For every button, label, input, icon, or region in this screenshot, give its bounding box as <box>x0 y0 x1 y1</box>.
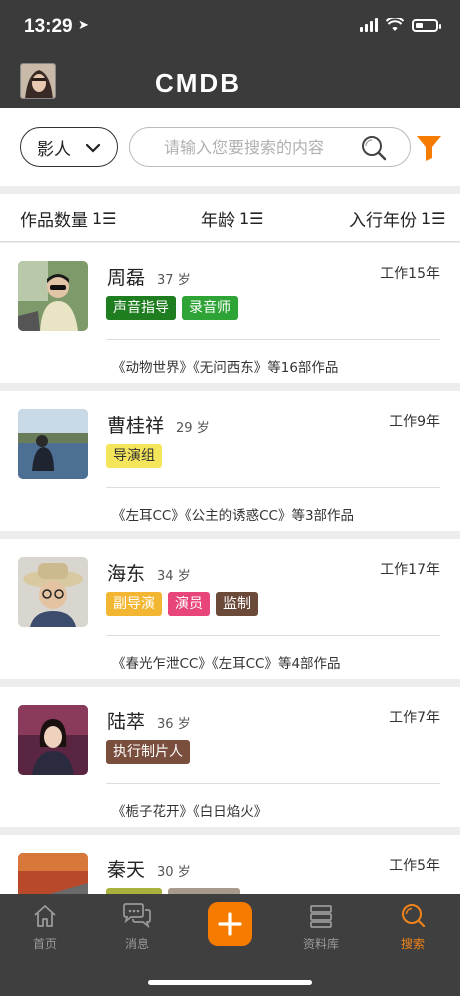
tab-messages-label: 消息 <box>124 937 149 951</box>
works-summary: 《春光乍泄CC》《左耳CC》等4部作品 <box>112 656 341 672</box>
user-avatar[interactable] <box>20 63 56 99</box>
divider <box>106 487 440 488</box>
search-bar: 影人 <box>0 108 460 186</box>
person-card[interactable]: 周磊 37 岁 工作15年 声音指导 录音师 《动物世界》《无问西东》等16部作品 <box>0 243 460 383</box>
person-photo <box>18 853 88 894</box>
sort-by-age[interactable]: 年龄 1☰ <box>201 206 264 231</box>
chat-icon <box>123 903 151 929</box>
battery-icon <box>412 18 441 32</box>
role-tags: 导演组 <box>106 444 162 468</box>
sort-icon: 1☰ <box>92 209 117 228</box>
person-age: 34 岁 <box>157 569 191 584</box>
sort-icon: 1☰ <box>239 209 264 228</box>
cellular-signal-icon <box>360 18 378 32</box>
archive-icon <box>310 905 332 928</box>
work-years: 工作9年 <box>389 414 440 430</box>
divider <box>106 783 440 784</box>
sort-icon: 1☰ <box>421 209 446 228</box>
person-card[interactable]: 海东 34 岁 工作17年 副导演 演员 监制 《春光乍泄CC》《左耳CC》等4部… <box>0 539 460 679</box>
person-photo <box>18 705 88 775</box>
role-tag: 监制 <box>216 592 258 616</box>
tab-home-label: 首页 <box>32 937 57 951</box>
work-years: 工作15年 <box>380 266 440 282</box>
person-card[interactable]: 秦天 30 岁 工作5年 <box>0 835 460 894</box>
person-name: 海东 34 岁 <box>107 563 191 585</box>
people-list: 周磊 37 岁 工作15年 声音指导 录音师 《动物世界》《无问西东》等16部作品… <box>0 243 460 894</box>
category-select-value: 影人 <box>37 139 71 160</box>
person-age: 36 岁 <box>157 717 191 732</box>
divider <box>106 339 440 340</box>
plus-icon <box>218 912 242 936</box>
works-summary: 《左耳CC》《公主的诱惑CC》等3部作品 <box>112 508 355 524</box>
role-tag: 声音指导 <box>106 296 176 320</box>
sort-bar: 作品数量 1☰ 年龄 1☰ 入行年份 1☰ <box>0 194 460 242</box>
tab-search[interactable]: 搜索 <box>378 902 448 952</box>
sort-by-works[interactable]: 作品数量 1☰ <box>20 206 117 231</box>
person-photo <box>18 261 88 331</box>
person-name: 周磊 37 岁 <box>107 267 191 289</box>
work-years: 工作5年 <box>389 858 440 874</box>
sort-by-works-label: 作品数量 <box>20 211 88 231</box>
filter-funnel-icon[interactable] <box>416 134 442 162</box>
tab-home[interactable]: 首页 <box>10 902 80 952</box>
person-photo <box>18 409 88 479</box>
location-arrow-icon: ➤ <box>78 18 89 33</box>
wifi-icon <box>386 18 404 31</box>
search-icon[interactable] <box>360 134 388 162</box>
works-summary: 《动物世界》《无问西东》等16部作品 <box>112 360 339 376</box>
app-header: CMDB <box>0 56 460 108</box>
divider <box>106 635 440 636</box>
search-icon <box>402 904 426 928</box>
person-name: 曹桂祥 29 岁 <box>107 415 210 437</box>
tab-search-label: 搜索 <box>400 937 425 951</box>
tab-messages[interactable]: 消息 <box>102 902 172 952</box>
role-tag: 副导演 <box>106 592 162 616</box>
person-name: 陆萃 36 岁 <box>107 711 191 733</box>
works-summary: 《栀子花开》《白日焰火》 <box>112 804 268 820</box>
person-name: 秦天 30 岁 <box>107 859 191 881</box>
home-indicator <box>148 980 312 985</box>
person-age: 29 岁 <box>176 421 210 436</box>
person-age: 30 岁 <box>157 865 191 880</box>
app-logo: CMDB <box>155 68 241 98</box>
person-photo <box>18 557 88 627</box>
role-tag: 演员 <box>168 592 210 616</box>
status-time: 13:29 <box>24 16 73 37</box>
chevron-down-icon <box>85 143 101 153</box>
role-tags: 执行制片人 <box>106 740 190 764</box>
role-tag: 执行制片人 <box>106 740 190 764</box>
status-icons <box>360 18 441 32</box>
tab-library[interactable]: 资料库 <box>286 902 356 952</box>
category-select[interactable]: 影人 <box>20 127 118 167</box>
work-years: 工作7年 <box>389 710 440 726</box>
work-years: 工作17年 <box>380 562 440 578</box>
add-button[interactable] <box>208 902 252 946</box>
sort-by-age-label: 年龄 <box>201 211 235 231</box>
tab-library-label: 资料库 <box>302 937 339 951</box>
role-tag: 录音师 <box>182 296 238 320</box>
role-tag: 导演组 <box>106 444 162 468</box>
status-bar: 13:29 ➤ <box>0 0 460 56</box>
person-card[interactable]: 曹桂祥 29 岁 工作9年 导演组 《左耳CC》《公主的诱惑CC》等3部作品 <box>0 391 460 531</box>
home-icon <box>34 905 56 927</box>
person-card[interactable]: 陆萃 36 岁 工作7年 执行制片人 《栀子花开》《白日焰火》 <box>0 687 460 827</box>
role-tags: 声音指导 录音师 <box>106 296 238 320</box>
sort-by-year-label: 入行年份 <box>349 211 417 231</box>
sort-by-year[interactable]: 入行年份 1☰ <box>349 206 446 231</box>
person-age: 37 岁 <box>157 273 191 288</box>
role-tags: 副导演 演员 监制 <box>106 592 258 616</box>
